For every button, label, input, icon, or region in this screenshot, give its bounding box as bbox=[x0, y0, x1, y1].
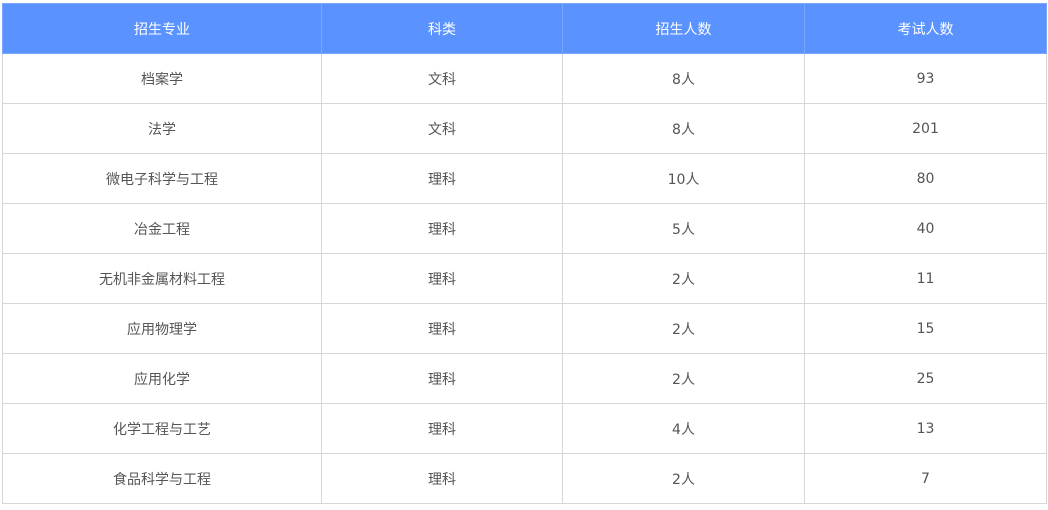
cell-major: 无机非金属材料工程 bbox=[2, 253, 322, 304]
cell-exam-count: 80 bbox=[804, 153, 1047, 204]
cell-enrollment-count: 5人 bbox=[562, 203, 805, 254]
cell-exam-count: 93 bbox=[804, 53, 1047, 104]
header-enrollment-count: 招生人数 bbox=[562, 3, 805, 54]
cell-exam-count: 40 bbox=[804, 203, 1047, 254]
cell-exam-count: 13 bbox=[804, 403, 1047, 454]
cell-category: 理科 bbox=[321, 353, 563, 404]
cell-enrollment-count: 8人 bbox=[562, 103, 805, 154]
cell-category: 理科 bbox=[321, 303, 563, 354]
cell-major: 化学工程与工艺 bbox=[2, 403, 322, 454]
cell-exam-count: 201 bbox=[804, 103, 1047, 154]
cell-major: 应用物理学 bbox=[2, 303, 322, 354]
cell-enrollment-count: 2人 bbox=[562, 353, 805, 404]
cell-major: 冶金工程 bbox=[2, 203, 322, 254]
table-header: 招生专业 科类 招生人数 考试人数 bbox=[2, 3, 1047, 54]
table-row: 应用物理学 理科 2人 15 bbox=[2, 303, 1047, 354]
cell-exam-count: 15 bbox=[804, 303, 1047, 354]
cell-major: 食品科学与工程 bbox=[2, 453, 322, 504]
cell-exam-count: 11 bbox=[804, 253, 1047, 304]
cell-category: 理科 bbox=[321, 153, 563, 204]
cell-major: 微电子科学与工程 bbox=[2, 153, 322, 204]
header-category: 科类 bbox=[321, 3, 563, 54]
cell-category: 理科 bbox=[321, 403, 563, 454]
table-body: 档案学 文科 8人 93 法学 文科 8人 201 微电子科学与工程 理科 10… bbox=[2, 53, 1047, 504]
cell-enrollment-count: 2人 bbox=[562, 453, 805, 504]
enrollment-table-container: 招生专业 科类 招生人数 考试人数 档案学 文科 8人 93 法学 文科 8人 … bbox=[2, 3, 1047, 504]
cell-exam-count: 25 bbox=[804, 353, 1047, 404]
cell-major: 档案学 bbox=[2, 53, 322, 104]
cell-enrollment-count: 10人 bbox=[562, 153, 805, 204]
cell-enrollment-count: 2人 bbox=[562, 303, 805, 354]
cell-category: 理科 bbox=[321, 203, 563, 254]
header-row: 招生专业 科类 招生人数 考试人数 bbox=[2, 3, 1047, 54]
cell-enrollment-count: 4人 bbox=[562, 403, 805, 454]
cell-enrollment-count: 2人 bbox=[562, 253, 805, 304]
table-row: 无机非金属材料工程 理科 2人 11 bbox=[2, 253, 1047, 304]
header-exam-count: 考试人数 bbox=[804, 3, 1047, 54]
header-major: 招生专业 bbox=[2, 3, 322, 54]
enrollment-table: 招生专业 科类 招生人数 考试人数 档案学 文科 8人 93 法学 文科 8人 … bbox=[2, 3, 1047, 504]
table-row: 微电子科学与工程 理科 10人 80 bbox=[2, 153, 1047, 204]
table-row: 冶金工程 理科 5人 40 bbox=[2, 203, 1047, 254]
table-row: 化学工程与工艺 理科 4人 13 bbox=[2, 403, 1047, 454]
table-row: 法学 文科 8人 201 bbox=[2, 103, 1047, 154]
table-row: 应用化学 理科 2人 25 bbox=[2, 353, 1047, 404]
cell-major: 法学 bbox=[2, 103, 322, 154]
cell-major: 应用化学 bbox=[2, 353, 322, 404]
cell-category: 理科 bbox=[321, 453, 563, 504]
table-row: 食品科学与工程 理科 2人 7 bbox=[2, 453, 1047, 504]
cell-enrollment-count: 8人 bbox=[562, 53, 805, 104]
cell-category: 理科 bbox=[321, 253, 563, 304]
cell-exam-count: 7 bbox=[804, 453, 1047, 504]
cell-category: 文科 bbox=[321, 53, 563, 104]
table-row: 档案学 文科 8人 93 bbox=[2, 53, 1047, 104]
cell-category: 文科 bbox=[321, 103, 563, 154]
